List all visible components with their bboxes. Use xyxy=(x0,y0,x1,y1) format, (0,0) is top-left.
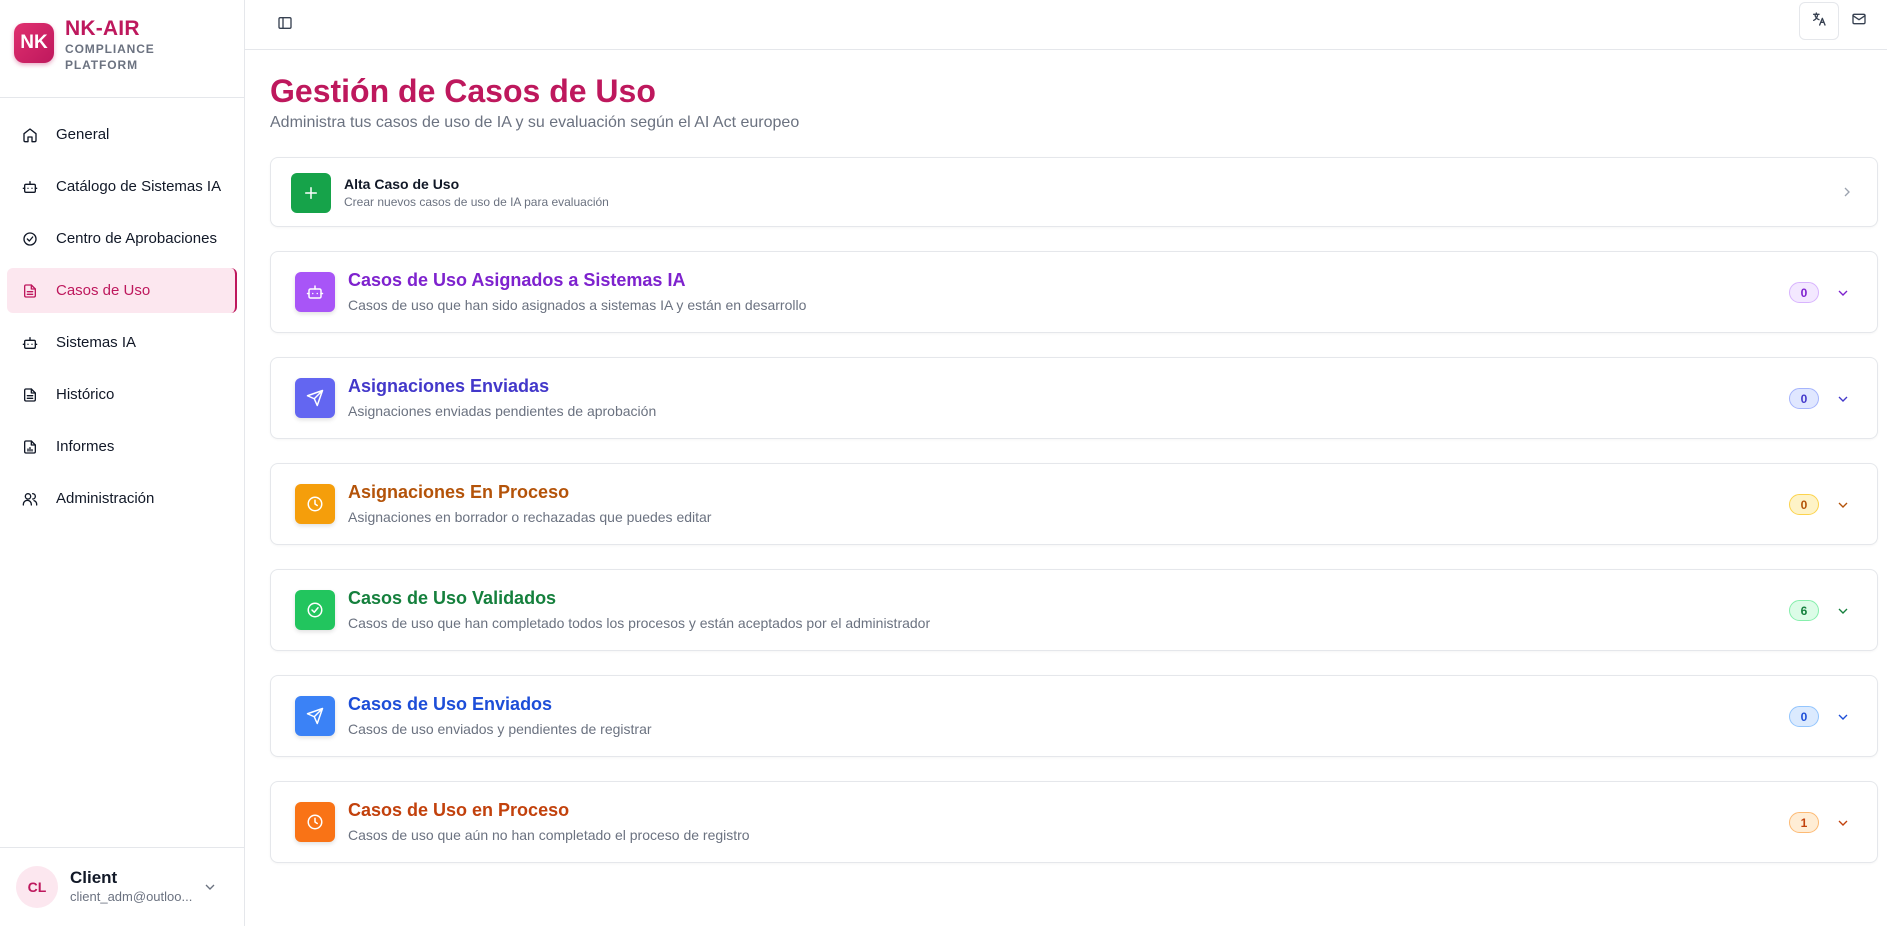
sidebar-item-administracion[interactable]: Administración xyxy=(7,476,237,521)
home-icon xyxy=(22,127,38,143)
brand: NK NK-AIR COMPLIANCE PLATFORM xyxy=(0,0,244,98)
chevron-down-icon[interactable] xyxy=(202,879,218,895)
panel-left-icon xyxy=(277,15,293,36)
section-asignaciones-enviadas[interactable]: Asignaciones Enviadas Asignaciones envia… xyxy=(270,357,1878,439)
count-badge: 6 xyxy=(1789,600,1819,621)
file-chart-icon xyxy=(22,439,38,455)
section-description: Asignaciones enviadas pendientes de apro… xyxy=(348,403,657,419)
bot-icon xyxy=(22,179,38,195)
plus-icon xyxy=(291,173,331,213)
sidebar-item-label: Casos de Uso xyxy=(56,282,151,299)
mail-icon xyxy=(1851,11,1867,32)
file-text-icon xyxy=(22,387,38,403)
sidebar-nav: General Catálogo de Sistemas IA Centro d… xyxy=(0,98,244,521)
sidebar-item-label: Catálogo de Sistemas IA xyxy=(56,178,222,195)
chevron-down-icon[interactable] xyxy=(1835,709,1851,725)
section-validados[interactable]: Casos de Uso Validados Casos de uso que … xyxy=(270,569,1878,651)
brand-subtitle: COMPLIANCE PLATFORM xyxy=(65,42,155,72)
chevron-down-icon[interactable] xyxy=(1835,815,1851,831)
sidebar-item-historico[interactable]: Histórico xyxy=(7,372,237,417)
sidebar-item-label: Administración xyxy=(56,490,155,507)
top-bar xyxy=(245,0,1887,50)
section-title: Asignaciones Enviadas xyxy=(348,376,550,396)
main-content: Gestión de Casos de Uso Administra tus c… xyxy=(270,70,1878,863)
sidebar-item-general[interactable]: General xyxy=(7,112,237,157)
brand-logo: NK xyxy=(14,23,54,63)
sidebar-item-aprobaciones[interactable]: Centro de Aprobaciones xyxy=(7,216,237,261)
check-circle-icon xyxy=(22,231,38,247)
user-menu[interactable]: CL Client client_adm@outloo... xyxy=(0,847,245,926)
count-badge: 0 xyxy=(1789,388,1819,409)
section-title: Asignaciones En Proceso xyxy=(348,482,570,502)
check-circle-icon xyxy=(295,590,335,630)
section-description: Asignaciones en borrador o rechazadas qu… xyxy=(348,509,712,525)
sidebar-item-informes[interactable]: Informes xyxy=(7,424,237,469)
sidebar-toggle-button[interactable] xyxy=(270,10,300,40)
sidebar-item-label: General xyxy=(56,126,110,143)
sidebar-item-sistemas-ia[interactable]: Sistemas IA xyxy=(7,320,237,365)
users-icon xyxy=(22,491,38,507)
chevron-down-icon[interactable] xyxy=(1835,391,1851,407)
new-use-case-title: Alta Caso de Uso xyxy=(344,176,460,192)
clock-icon xyxy=(295,484,335,524)
section-enviados[interactable]: Casos de Uso Enviados Casos de uso envia… xyxy=(270,675,1878,757)
section-description: Casos de uso que han sido asignados a si… xyxy=(348,297,807,313)
avatar: CL xyxy=(16,866,58,908)
page-title: Gestión de Casos de Uso xyxy=(270,73,656,109)
send-icon xyxy=(295,696,335,736)
sidebar-item-casos-de-uso[interactable]: Casos de Uso xyxy=(7,268,237,313)
section-asignaciones-en-proceso[interactable]: Asignaciones En Proceso Asignaciones en … xyxy=(270,463,1878,545)
new-use-case-description: Crear nuevos casos de uso de IA para eva… xyxy=(344,195,609,209)
section-title: Casos de Uso Enviados xyxy=(348,694,553,714)
bot-icon xyxy=(22,335,38,351)
section-description: Casos de uso que han completado todos lo… xyxy=(348,615,931,631)
section-description: Casos de uso enviados y pendientes de re… xyxy=(348,721,652,737)
chevron-right-icon xyxy=(1839,184,1855,200)
sidebar-item-label: Sistemas IA xyxy=(56,334,137,351)
brand-name: NK-AIR xyxy=(65,17,140,40)
sidebar-item-label: Histórico xyxy=(56,386,115,403)
count-badge: 0 xyxy=(1789,494,1819,515)
chevron-down-icon[interactable] xyxy=(1835,603,1851,619)
section-title: Casos de Uso Asignados a Sistemas IA xyxy=(348,270,686,290)
count-badge: 0 xyxy=(1789,706,1819,727)
sidebar-item-label: Centro de Aprobaciones xyxy=(56,230,217,247)
mail-button[interactable] xyxy=(1842,2,1876,40)
language-button[interactable] xyxy=(1799,2,1839,40)
section-en-proceso[interactable]: Casos de Uso en Proceso Casos de uso que… xyxy=(270,781,1878,863)
page-subtitle: Administra tus casos de uso de IA y su e… xyxy=(270,114,800,131)
new-use-case-card[interactable]: Alta Caso de Uso Crear nuevos casos de u… xyxy=(270,157,1878,227)
count-badge: 1 xyxy=(1789,812,1819,833)
user-email: client_adm@outloo... xyxy=(70,889,193,904)
section-title: Casos de Uso Validados xyxy=(348,588,557,608)
file-text-icon xyxy=(22,283,38,299)
user-name: Client xyxy=(70,868,118,887)
languages-icon xyxy=(1811,11,1827,32)
sidebar-item-label: Informes xyxy=(56,438,115,455)
sidebar: NK NK-AIR COMPLIANCE PLATFORM General Ca… xyxy=(0,0,245,926)
sidebar-item-catalogo[interactable]: Catálogo de Sistemas IA xyxy=(7,164,237,209)
chevron-down-icon[interactable] xyxy=(1835,497,1851,513)
bot-icon xyxy=(295,272,335,312)
section-title: Casos de Uso en Proceso xyxy=(348,800,570,820)
section-asignados[interactable]: Casos de Uso Asignados a Sistemas IA Cas… xyxy=(270,251,1878,333)
section-description: Casos de uso que aún no han completado e… xyxy=(348,827,750,843)
count-badge: 0 xyxy=(1789,282,1819,303)
clock-icon xyxy=(295,802,335,842)
send-icon xyxy=(295,378,335,418)
chevron-down-icon[interactable] xyxy=(1835,285,1851,301)
